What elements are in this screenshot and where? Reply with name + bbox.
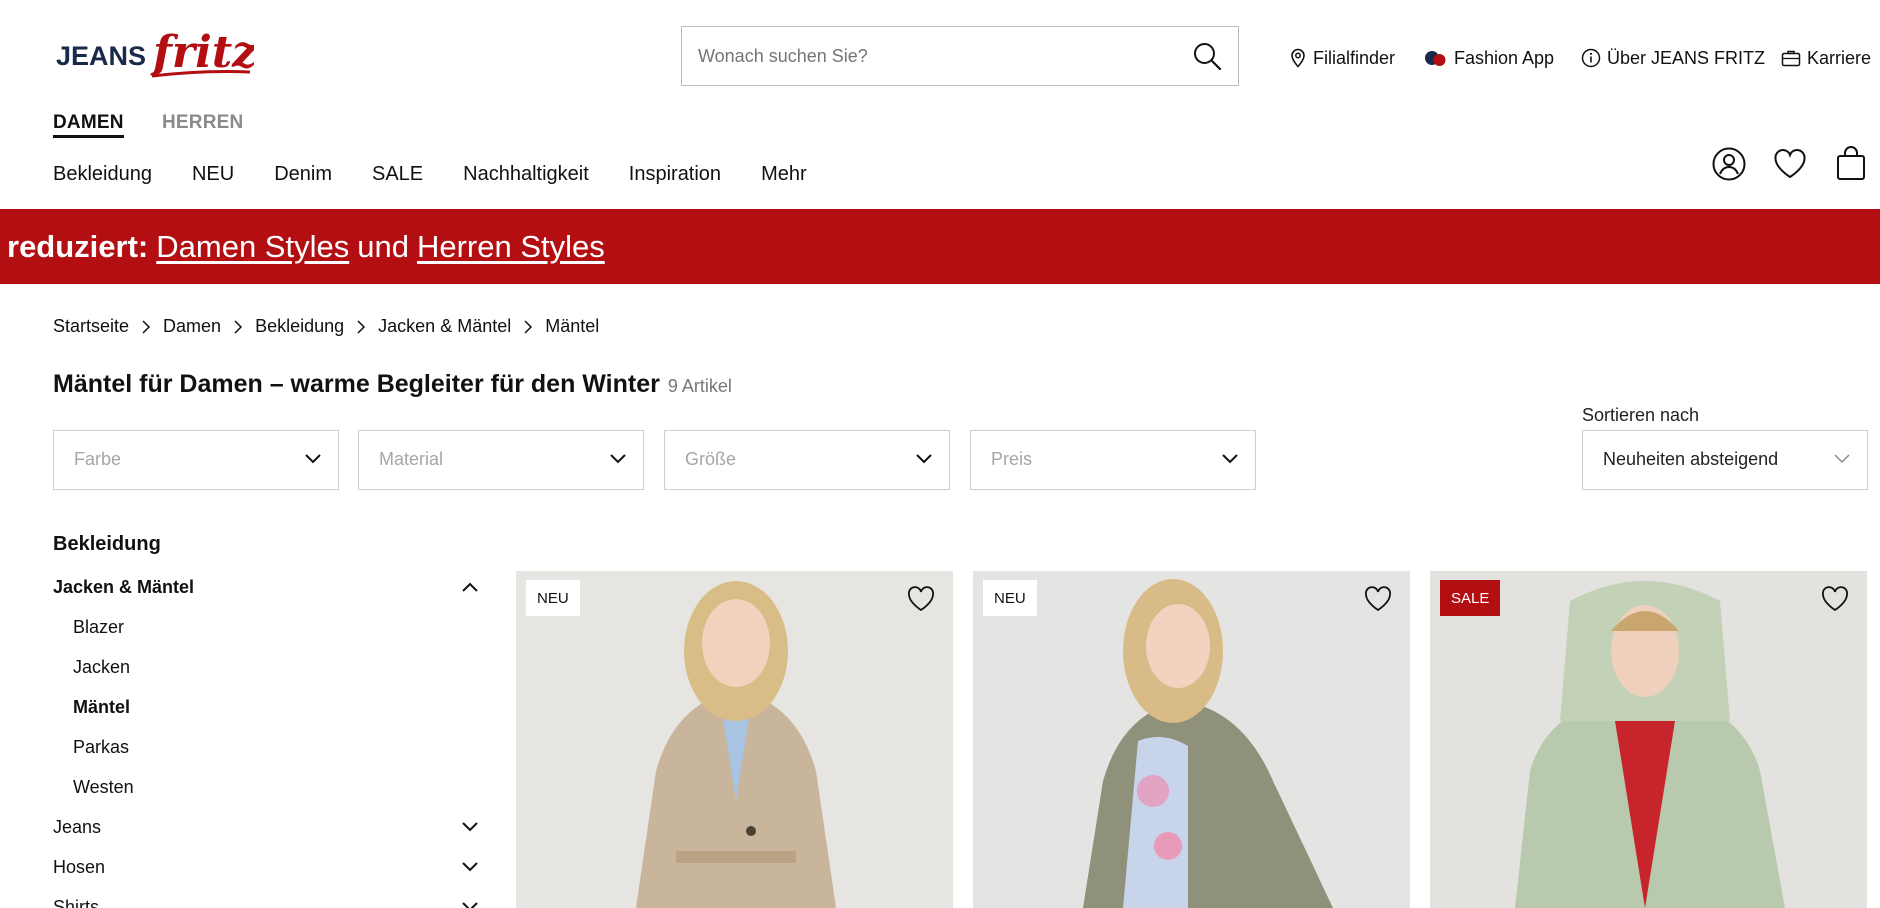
- info-icon: [1581, 48, 1601, 68]
- breadcrumb-item[interactable]: Bekleidung: [255, 316, 344, 337]
- product-image[interactable]: [516, 571, 953, 908]
- sidebar-title: Bekleidung: [53, 533, 161, 555]
- search-icon[interactable]: [1192, 41, 1222, 71]
- breadcrumb-item[interactable]: Damen: [163, 316, 221, 337]
- sidebar-category-jeans[interactable]: Jeans: [53, 812, 479, 842]
- breadcrumb-current: Mäntel: [545, 316, 600, 336]
- chevron-down-icon: [462, 902, 478, 908]
- sidebar-item-maentel[interactable]: Mäntel: [73, 697, 130, 718]
- filter-material[interactable]: Material: [358, 430, 644, 490]
- karriere-link[interactable]: Karriere: [1781, 44, 1871, 72]
- location-pin-icon: [1291, 48, 1305, 68]
- page-title: Mäntel für Damen – warme Begleiter für d…: [53, 370, 732, 399]
- nav-item-nachhaltigkeit[interactable]: Nachhaltigkeit: [463, 163, 589, 186]
- promo-banner: reduziert: Damen Styles und Herren Style…: [0, 209, 1880, 284]
- heart-icon[interactable]: [907, 586, 935, 612]
- nav-item-sale[interactable]: SALE: [372, 163, 423, 186]
- chevron-up-icon: [462, 582, 478, 592]
- chevron-down-icon: [305, 454, 321, 464]
- breadcrumb-item[interactable]: Startseite: [53, 316, 129, 337]
- sidebar-item-westen[interactable]: Westen: [73, 777, 134, 798]
- chevron-right-icon: [344, 319, 378, 334]
- chevron-down-icon: [1834, 454, 1850, 464]
- about-label: Über JEANS FRITZ: [1607, 47, 1766, 68]
- product-card[interactable]: NEU: [516, 571, 953, 908]
- nav-item-neu[interactable]: NEU: [192, 163, 234, 186]
- badge-neu: NEU: [526, 580, 580, 616]
- sidebar-item-parkas[interactable]: Parkas: [73, 737, 129, 758]
- nav-item-denim[interactable]: Denim: [274, 163, 332, 186]
- filter-groesse[interactable]: Größe: [664, 430, 950, 490]
- banner-link-damen[interactable]: Damen Styles: [156, 229, 349, 265]
- article-count: 9 Artikel: [667, 376, 732, 396]
- product-card[interactable]: NEU: [973, 571, 1410, 908]
- main-navigation: Bekleidung NEU Denim SALE Nachhaltigkeit…: [53, 163, 807, 186]
- sidebar-category-label: Hosen: [53, 856, 106, 877]
- filter-label: Preis: [991, 449, 1033, 469]
- filialfinder-label: Filialfinder: [1313, 47, 1396, 68]
- product-card[interactable]: SALE: [1430, 571, 1867, 908]
- sidebar-category-jacken-maentel[interactable]: Jacken & Mäntel: [53, 572, 479, 602]
- filter-label: Größe: [685, 449, 737, 469]
- filter-farbe[interactable]: Farbe: [53, 430, 339, 490]
- tab-herren[interactable]: HERREN: [162, 112, 243, 134]
- filialfinder-link[interactable]: Filialfinder: [1289, 44, 1395, 72]
- banner-connector: und: [357, 228, 409, 264]
- chevron-down-icon: [462, 862, 478, 872]
- sidebar-category-shirts[interactable]: Shirts: [53, 892, 479, 908]
- wishlist-icon[interactable]: [1772, 146, 1808, 182]
- breadcrumb-item[interactable]: Jacken & Mäntel: [378, 316, 511, 337]
- nav-item-bekleidung[interactable]: Bekleidung: [53, 163, 152, 186]
- sidebar-category-label: Jeans: [53, 816, 102, 837]
- banner-prefix: reduziert:: [7, 228, 149, 264]
- sort-label: Sortieren nach: [1582, 405, 1700, 425]
- chevron-down-icon: [462, 822, 478, 832]
- chevron-down-icon: [1222, 454, 1238, 464]
- shopping-bag-icon[interactable]: [1833, 146, 1869, 182]
- banner-link-herren[interactable]: Herren Styles: [417, 229, 605, 265]
- search-box[interactable]: [681, 26, 1239, 86]
- heart-icon[interactable]: [1821, 586, 1849, 612]
- app-dots-icon: [1425, 51, 1446, 66]
- fashion-app-link[interactable]: Fashion App: [1424, 44, 1554, 72]
- nav-item-mehr[interactable]: Mehr: [761, 163, 807, 186]
- sort-select[interactable]: Neuheiten absteigend: [1582, 430, 1868, 490]
- about-link[interactable]: Über JEANS FRITZ: [1581, 44, 1765, 72]
- badge-sale: SALE: [1440, 580, 1501, 616]
- fashion-app-label: Fashion App: [1454, 47, 1555, 68]
- sidebar-category-label: Jacken & Mäntel: [53, 576, 195, 597]
- tab-damen[interactable]: DAMEN: [53, 112, 124, 138]
- karriere-label: Karriere: [1807, 47, 1872, 68]
- page-title-text: Mäntel für Damen – warme Begleiter für d…: [53, 370, 660, 398]
- nav-item-inspiration[interactable]: Inspiration: [629, 163, 721, 186]
- heart-icon[interactable]: [1364, 586, 1392, 612]
- filter-label: Farbe: [74, 449, 122, 469]
- sort-value: Neuheiten absteigend: [1603, 449, 1779, 469]
- account-icon[interactable]: [1711, 146, 1747, 182]
- badge-neu: NEU: [983, 580, 1037, 616]
- sidebar-item-jacken[interactable]: Jacken: [73, 657, 130, 678]
- filter-label: Material: [379, 449, 444, 469]
- chevron-down-icon: [916, 454, 932, 464]
- filter-preis[interactable]: Preis: [970, 430, 1256, 490]
- chevron-right-icon: [221, 319, 255, 334]
- sidebar-category-label: Shirts: [53, 896, 100, 908]
- svg-text:JEANS: JEANS: [56, 41, 146, 71]
- sidebar-item-blazer[interactable]: Blazer: [73, 617, 124, 638]
- sidebar-category-hosen[interactable]: Hosen: [53, 852, 479, 882]
- chevron-down-icon: [610, 454, 626, 464]
- chevron-right-icon: [129, 319, 163, 334]
- breadcrumb: Startseite Damen Bekleidung Jacken & Män…: [53, 316, 599, 337]
- jeans-fritz-logo[interactable]: JEANS fritz: [54, 22, 254, 84]
- product-image[interactable]: [1430, 571, 1867, 908]
- product-image[interactable]: [973, 571, 1410, 908]
- search-input[interactable]: [698, 27, 1178, 85]
- chevron-right-icon: [511, 319, 545, 334]
- briefcase-icon: [1781, 50, 1801, 67]
